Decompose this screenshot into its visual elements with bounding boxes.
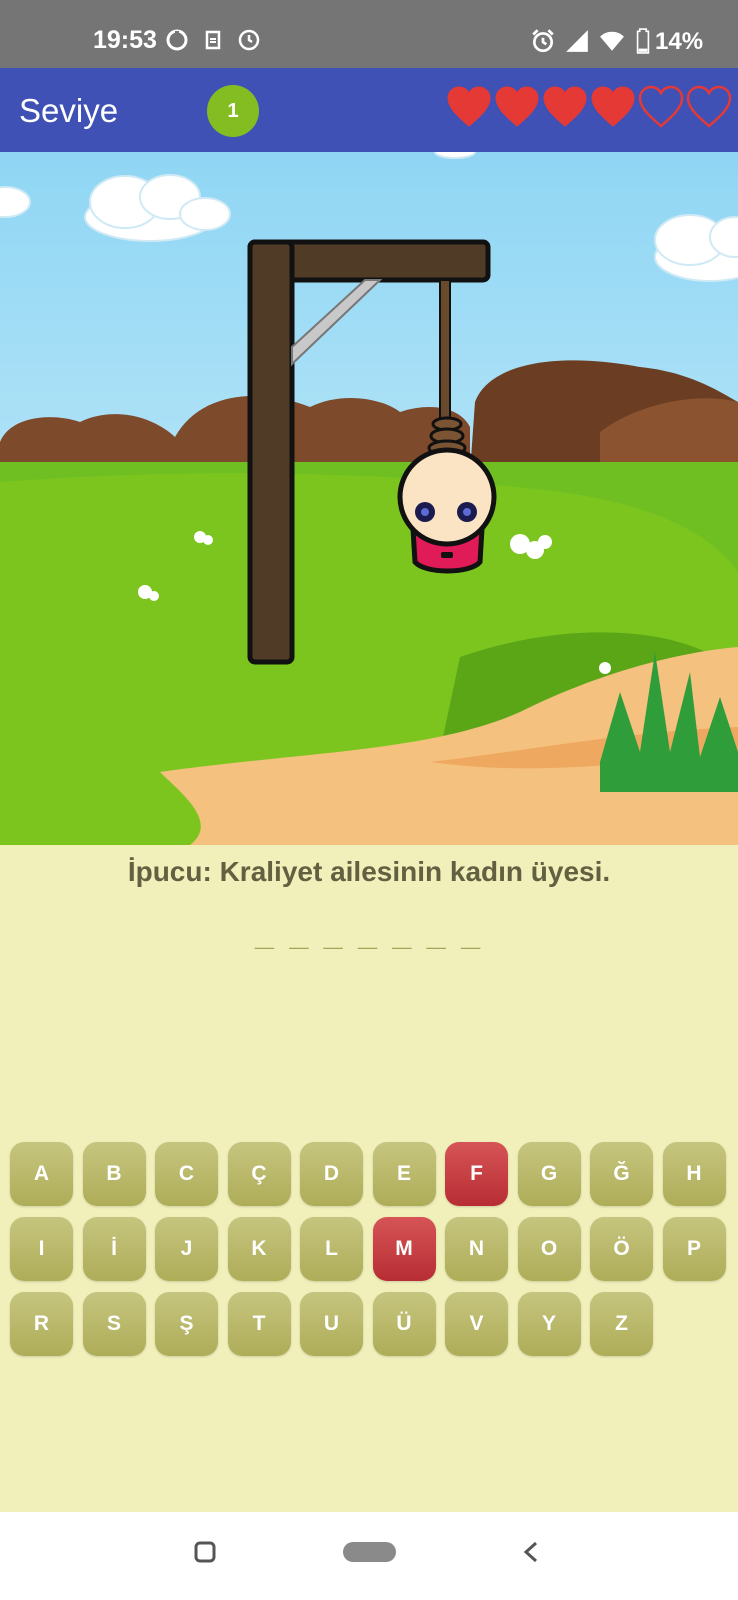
heart-full-icon bbox=[447, 86, 491, 127]
key-U[interactable]: U bbox=[300, 1292, 363, 1356]
heart-full-icon bbox=[495, 86, 539, 127]
battery-percent: 14% bbox=[655, 28, 704, 55]
key-C[interactable]: C bbox=[155, 1142, 218, 1206]
scene-illustration bbox=[0, 152, 738, 845]
home-button[interactable] bbox=[343, 1542, 396, 1562]
key-Y[interactable]: Y bbox=[517, 1292, 581, 1356]
notification-icons bbox=[165, 28, 261, 52]
key-D[interactable]: D bbox=[300, 1142, 363, 1206]
battery-icon bbox=[636, 28, 650, 54]
key-E[interactable]: E bbox=[372, 1142, 436, 1206]
game-scene bbox=[0, 152, 738, 845]
clock-icon bbox=[238, 29, 260, 51]
system-icons bbox=[530, 28, 652, 54]
hint-text: İpucu: Kraliyet ailesinin kadın üyesi. bbox=[127, 856, 611, 887]
wifi-icon bbox=[600, 31, 624, 51]
key-H[interactable]: H bbox=[662, 1142, 726, 1206]
key-O[interactable]: O bbox=[517, 1217, 581, 1281]
status-time: 19:53 bbox=[93, 26, 157, 54]
key-Ö[interactable]: Ö bbox=[590, 1217, 653, 1281]
key-Ş[interactable]: Ş bbox=[155, 1292, 218, 1356]
heart-full-icon bbox=[543, 86, 587, 127]
key-Ç[interactable]: Ç bbox=[227, 1142, 291, 1206]
key-F[interactable]: F bbox=[445, 1142, 508, 1206]
heart-empty-icon bbox=[686, 85, 732, 128]
word-mask: _ _ _ _ _ _ _ bbox=[254, 915, 484, 953]
key-Z[interactable]: Z bbox=[590, 1292, 653, 1356]
back-button[interactable] bbox=[520, 1540, 544, 1564]
heart-full-icon bbox=[591, 86, 635, 127]
key-Ğ[interactable]: Ğ bbox=[590, 1142, 653, 1206]
alarm-icon bbox=[532, 29, 554, 53]
key-Ü[interactable]: Ü bbox=[372, 1292, 436, 1356]
key-K[interactable]: K bbox=[227, 1217, 291, 1281]
key-M[interactable]: M bbox=[372, 1217, 436, 1281]
level-badge: 1 bbox=[207, 85, 259, 137]
heart-empty-icon bbox=[638, 85, 684, 128]
key-A[interactable]: A bbox=[10, 1142, 73, 1206]
key-G[interactable]: G bbox=[517, 1142, 581, 1206]
key-L[interactable]: L bbox=[300, 1217, 363, 1281]
key-N[interactable]: N bbox=[445, 1217, 508, 1281]
app-bar: Seviye 1 bbox=[0, 68, 738, 152]
sim-icon bbox=[205, 30, 221, 50]
key-T[interactable]: T bbox=[227, 1292, 291, 1356]
key-B[interactable]: B bbox=[82, 1142, 146, 1206]
key-V[interactable]: V bbox=[445, 1292, 508, 1356]
key-J[interactable]: J bbox=[155, 1217, 218, 1281]
hangman-figure bbox=[397, 447, 497, 574]
data-saver-icon bbox=[166, 29, 188, 51]
lives-indicator bbox=[446, 85, 732, 129]
key-İ[interactable]: İ bbox=[82, 1217, 146, 1281]
key-P[interactable]: P bbox=[662, 1217, 726, 1281]
status-bar: 19:53 14% bbox=[0, 0, 738, 68]
signal-icon bbox=[566, 30, 588, 52]
recents-button[interactable] bbox=[193, 1540, 217, 1564]
navigation-bar bbox=[0, 1512, 738, 1600]
key-R[interactable]: R bbox=[10, 1292, 73, 1356]
key-I[interactable]: I bbox=[10, 1217, 73, 1281]
key-S[interactable]: S bbox=[82, 1292, 146, 1356]
level-title: Seviye bbox=[19, 92, 119, 129]
